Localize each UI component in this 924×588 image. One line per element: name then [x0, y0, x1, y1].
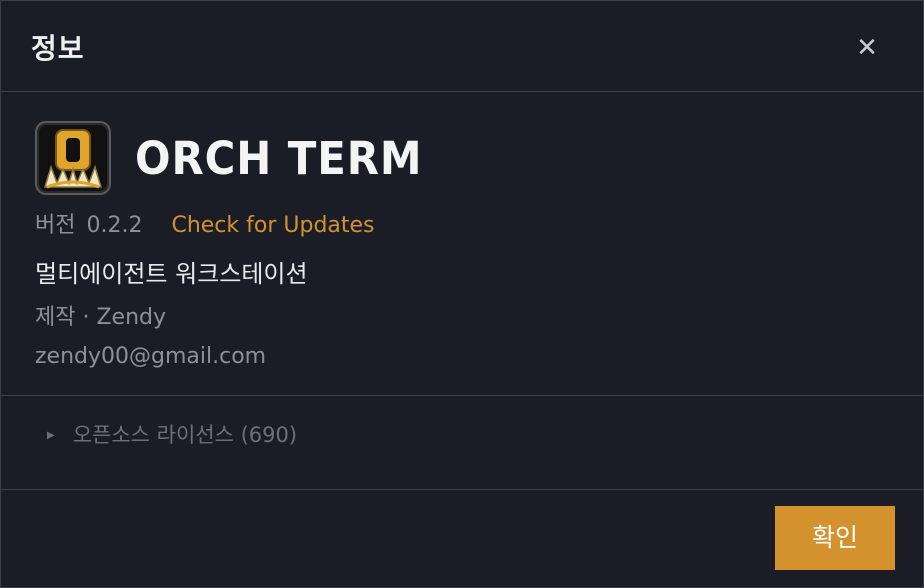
about-dialog: 정보 ✕ ORCH TERM 버전 0.2.2 Check for Update…	[0, 0, 924, 588]
app-description: 멀티에이전트 워크스테이션	[35, 260, 308, 288]
version-row: 버전 0.2.2 Check for Updates	[35, 211, 375, 241]
license-section: ▶ 오픈소스 라이선스 (690)	[1, 396, 923, 490]
triangle-right-icon: ▶	[47, 430, 55, 441]
version-number: 0.2.2	[86, 213, 143, 238]
maker-text: 제작 · Zendy	[35, 305, 166, 330]
dialog-title: 정보	[31, 32, 85, 65]
email-text: zendy00@gmail.com	[35, 344, 267, 369]
close-icon[interactable]: ✕	[853, 34, 881, 62]
app-name: ORCH TERM	[135, 132, 423, 185]
open-source-licenses-toggle[interactable]: ▶ 오픈소스 라이선스 (690)	[47, 420, 297, 451]
orch-term-logo-icon	[35, 121, 111, 195]
dialog-header: 정보 ✕	[1, 1, 923, 92]
version-label: 버전	[35, 213, 76, 238]
check-for-updates-link[interactable]: Check for Updates	[171, 213, 374, 238]
license-label: 오픈소스 라이선스 (690)	[72, 423, 298, 447]
dialog-body: ORCH TERM 버전 0.2.2 Check for Updates 멀티에…	[1, 92, 923, 396]
ok-button[interactable]: 확인	[775, 506, 895, 570]
